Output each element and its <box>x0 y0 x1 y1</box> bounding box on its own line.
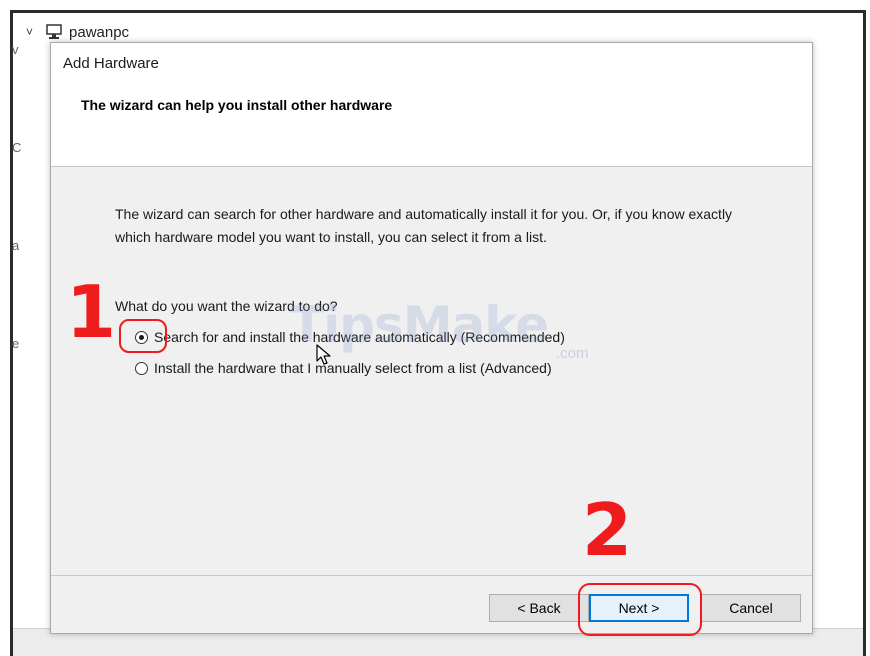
dialog-heading: The wizard can help you install other ha… <box>81 97 393 113</box>
device-tree-root[interactable]: ˅ pawanpc <box>26 22 129 42</box>
background-fragment: a <box>12 238 20 253</box>
cursor-icon <box>316 344 331 365</box>
background-fragment: v <box>12 42 19 57</box>
highlight-box-radio <box>119 319 167 353</box>
cancel-button[interactable]: Cancel <box>701 594 801 622</box>
radio-button[interactable] <box>135 361 148 375</box>
footer-divider <box>51 575 812 576</box>
dialog-title: Add Hardware <box>63 55 159 72</box>
step-number-annotation: 2 <box>582 488 633 572</box>
dialog-description: The wizard can search for other hardware… <box>115 206 733 245</box>
option-label: Install the hardware that I manually sel… <box>154 360 552 376</box>
dialog-header: Add Hardware The wizard can help you ins… <box>51 43 812 167</box>
background-fragment: e <box>12 336 20 351</box>
device-tree-root-label: pawanpc <box>69 23 130 41</box>
step-number-annotation: 1 <box>66 270 117 354</box>
chevron-down-icon[interactable]: ˅ <box>26 25 33 39</box>
background-fragment: C <box>12 140 22 155</box>
highlight-box-next <box>578 583 702 636</box>
watermark-suffix: .com <box>556 345 589 362</box>
computer-icon <box>46 24 62 39</box>
back-button[interactable]: < Back <box>489 594 589 622</box>
option-manual-select[interactable]: Install the hardware that I manually sel… <box>135 360 552 376</box>
